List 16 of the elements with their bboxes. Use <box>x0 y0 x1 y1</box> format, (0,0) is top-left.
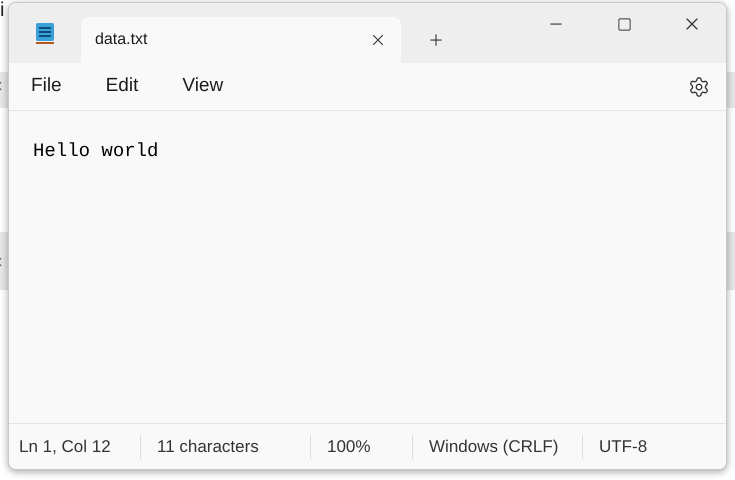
status-text: 100% <box>327 436 370 458</box>
menu-item[interactable]: View <box>170 72 236 101</box>
notepad-icon <box>35 21 55 45</box>
status-text: UTF-8 <box>599 436 648 458</box>
menu-item[interactable]: Edit <box>94 72 150 101</box>
maximize-icon[interactable] <box>616 16 632 32</box>
editor-text: Hello world <box>33 140 158 162</box>
text-editor[interactable]: Hello world <box>9 111 726 423</box>
status-text: Windows (CRLF) <box>429 436 558 458</box>
menu-item[interactable]: File <box>19 72 74 101</box>
tab-title: data.txt <box>95 30 148 50</box>
tab[interactable]: data.txt <box>81 17 401 63</box>
status-text: 11 characters <box>157 436 259 458</box>
status-text: Ln 1, Col 12 <box>19 436 111 458</box>
settings-icon[interactable] <box>688 76 710 98</box>
background-text: i <box>0 0 4 20</box>
